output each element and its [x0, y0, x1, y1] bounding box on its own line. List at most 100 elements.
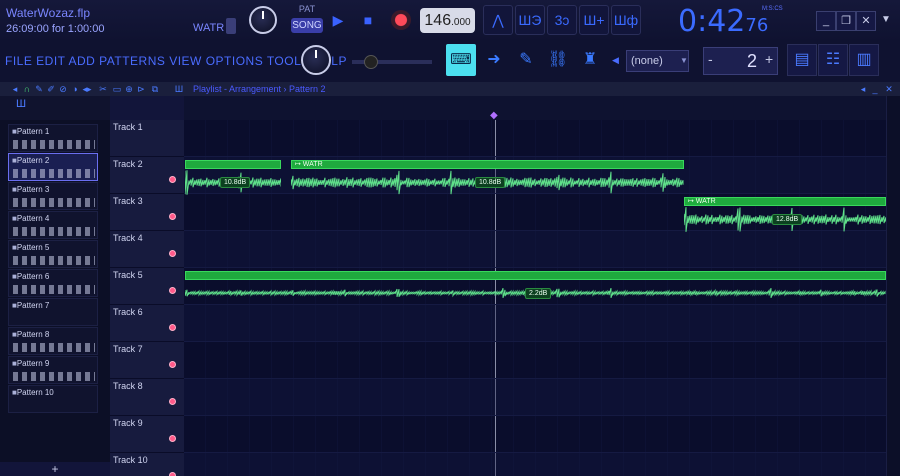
- pattern-notes-preview: [13, 256, 95, 265]
- track-name: Track 9: [113, 418, 143, 428]
- mixer-icon[interactable]: ▥: [849, 44, 879, 76]
- track-lane[interactable]: [184, 120, 886, 157]
- arrow-right-icon[interactable]: ➜: [480, 46, 508, 74]
- track-header[interactable]: Track 10: [110, 453, 184, 476]
- track-header[interactable]: Track 4: [110, 231, 184, 268]
- track-lane[interactable]: [184, 342, 886, 379]
- pattern-item[interactable]: Pattern 5: [8, 240, 98, 268]
- song-position-marker[interactable]: ◆: [490, 110, 500, 121]
- piano-roll-icon[interactable]: ⌨: [446, 44, 476, 76]
- pattern-item[interactable]: Pattern 3: [8, 182, 98, 210]
- audio-clip-header[interactable]: [185, 160, 281, 169]
- track-mute-button[interactable]: [169, 287, 176, 294]
- playlist-menu-icon[interactable]: ◂: [858, 84, 868, 94]
- pattern-prev-icon[interactable]: ◀: [612, 55, 619, 66]
- browser-icon[interactable]: ▤: [787, 44, 817, 76]
- step-edit-icon[interactable]: Ш+: [579, 5, 609, 35]
- restore-icon[interactable]: ❐: [836, 11, 856, 31]
- mute-tool-icon[interactable]: ◑: [70, 84, 80, 94]
- clip-gain-label: 2.2dB: [525, 288, 552, 299]
- track-lane[interactable]: [184, 453, 886, 476]
- minimize-icon[interactable]: _: [816, 11, 836, 31]
- pattern-dropdown-icon[interactable]: ▼: [680, 56, 688, 65]
- pattern-item[interactable]: Pattern 2: [8, 153, 98, 181]
- channel-rack-icon[interactable]: ☷: [818, 44, 848, 76]
- magnet-icon[interactable]: ∩: [22, 84, 32, 94]
- track-name: Track 4: [113, 233, 143, 243]
- stop-button[interactable]: ■: [358, 7, 378, 33]
- picker-add-button[interactable]: +: [0, 462, 110, 476]
- picker-pattern-icon[interactable]: Ш: [16, 98, 26, 110]
- track-mute-button[interactable]: [169, 324, 176, 331]
- vertical-scrollbar[interactable]: [886, 96, 900, 476]
- track-mute-button[interactable]: [169, 176, 176, 183]
- arrangement-icon[interactable]: Ш: [174, 84, 184, 94]
- track-lane[interactable]: [184, 305, 886, 342]
- track-header[interactable]: Track 6: [110, 305, 184, 342]
- zoom-icon[interactable]: ⊕: [124, 84, 134, 94]
- track-lane[interactable]: [184, 416, 886, 453]
- track-lane[interactable]: [184, 231, 886, 268]
- time-main: 0:42: [678, 4, 746, 39]
- stepper-plus[interactable]: +: [765, 51, 773, 67]
- draw-icon[interactable]: ✎: [34, 84, 44, 94]
- track-header[interactable]: Track 5: [110, 268, 184, 305]
- pat-song-toggle[interactable]: PAT SONG: [289, 4, 325, 36]
- countdown-icon[interactable]: 3ↄ: [547, 5, 577, 35]
- pattern-item[interactable]: Pattern 8: [8, 327, 98, 355]
- wait-input-icon[interactable]: ШЭ: [515, 5, 545, 35]
- audio-clip-header[interactable]: ↦ WATR: [684, 197, 886, 206]
- track-mute-button[interactable]: [169, 398, 176, 405]
- tempo-display[interactable]: 146.000: [420, 8, 475, 33]
- playlist-minimize-icon[interactable]: _: [870, 84, 880, 94]
- clip-gain-label: 10.8dB: [220, 177, 251, 188]
- pattern-item[interactable]: Pattern 10: [8, 385, 98, 413]
- timeline-ruler[interactable]: [184, 96, 886, 120]
- track-header[interactable]: Track 8: [110, 379, 184, 416]
- playback-icon[interactable]: ⊳: [136, 84, 146, 94]
- stepper-minus[interactable]: -: [708, 51, 713, 67]
- audio-clip-header[interactable]: ↦ WATR: [291, 160, 684, 169]
- record-button[interactable]: [391, 10, 411, 30]
- master-volume-knob[interactable]: [249, 6, 277, 34]
- metronome-icon[interactable]: ⋀: [483, 5, 513, 35]
- track-header[interactable]: Track 2: [110, 157, 184, 194]
- track-mute-button[interactable]: [169, 213, 176, 220]
- track-mute-button[interactable]: [169, 435, 176, 442]
- track-header[interactable]: Track 7: [110, 342, 184, 379]
- main-menu[interactable]: FILE EDIT ADD PATTERNS VIEW OPTIONS TOOL…: [5, 54, 347, 68]
- track-mute-button[interactable]: [169, 250, 176, 257]
- track-mute-button[interactable]: [169, 361, 176, 368]
- pattern-item[interactable]: Pattern 1: [8, 124, 98, 152]
- menu-dropdown-icon[interactable]: ▼: [881, 14, 891, 25]
- link-icon[interactable]: ⛓: [544, 46, 572, 74]
- track-header[interactable]: Track 9: [110, 416, 184, 453]
- snap-icon[interactable]: ⧉: [150, 84, 160, 94]
- close-icon[interactable]: ✕: [856, 11, 876, 31]
- master-pitch-knob[interactable]: [301, 45, 331, 75]
- slice-icon[interactable]: ✂: [98, 84, 108, 94]
- menu-arrow-icon[interactable]: ◂: [10, 84, 20, 94]
- playlist-close-icon[interactable]: ✕: [884, 84, 894, 94]
- pattern-item[interactable]: Pattern 7: [8, 298, 98, 326]
- plugin-icon[interactable]: ♜: [576, 46, 604, 74]
- paint-icon[interactable]: ✐: [46, 84, 56, 94]
- pattern-item[interactable]: Pattern 4: [8, 211, 98, 239]
- pattern-item[interactable]: Pattern 6: [8, 269, 98, 297]
- track-name: Track 6: [113, 307, 143, 317]
- delete-icon[interactable]: ⊘: [58, 84, 68, 94]
- project-filename: WaterWozaz.flp: [6, 6, 91, 20]
- blend-notes-icon[interactable]: Шф: [611, 5, 641, 35]
- pattern-item[interactable]: Pattern 9: [8, 356, 98, 384]
- project-time-info: 26:09:00 for 1:00:00: [6, 23, 105, 35]
- select-icon[interactable]: ▭: [112, 84, 122, 94]
- audio-clip-header[interactable]: [185, 271, 886, 280]
- slider-handle[interactable]: [364, 55, 378, 69]
- track-lane[interactable]: [184, 379, 886, 416]
- track-mute-button[interactable]: [169, 472, 176, 476]
- play-button[interactable]: ▶: [328, 7, 348, 33]
- track-header[interactable]: Track 3: [110, 194, 184, 231]
- slip-icon[interactable]: ◂▸: [82, 84, 92, 94]
- pencil-icon[interactable]: ✎: [512, 46, 540, 74]
- track-header[interactable]: Track 1: [110, 120, 184, 157]
